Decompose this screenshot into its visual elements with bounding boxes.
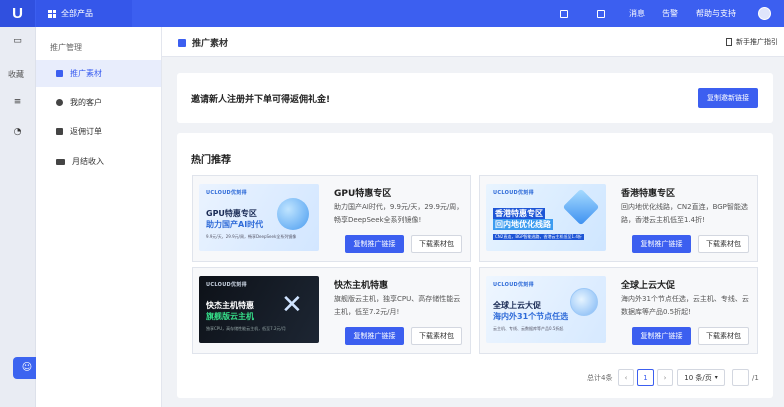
sidebar-item-rebate-orders[interactable]: 返佣订单 [36,118,161,145]
invite-banner: 邀请新人注册并下单可得返佣礼金! 复制邀新链接 [177,73,773,123]
promo-card-hongkong: UCLOUD优刻得 香港特惠专区 回内地优化线路 CN2直连，BGP智能选路，香… [479,175,758,262]
all-products-button[interactable]: 全部产品 [36,0,132,27]
search-button[interactable] [560,0,568,27]
thumb-title: GPU特惠专区 [206,209,257,218]
sidebar-item-promo-materials[interactable]: 推广素材 [36,60,161,87]
card-title: 全球上云大促 [621,281,676,291]
list-icon[interactable]: ≡ [12,98,23,107]
promo-thumbnail: UCLOUD优刻得 全球上云大促 海内外31个节点任选 云主机、专线、云数据库等… [486,276,606,343]
cube-illustration [562,188,600,226]
thumb-brand: UCLOUD优刻得 [206,282,247,288]
thumb-subtitle: 旗舰版云主机 [206,312,254,321]
search-icon [560,9,568,18]
page-jump-input[interactable] [732,369,749,386]
page-title-text: 推广素材 [192,39,229,49]
promo-card-gpu: UCLOUD优刻得 GPU特惠专区 助力国产AI时代 9.9元/天，29.9元/… [192,175,471,262]
card-title: 香港特惠专区 [621,189,676,199]
chart-icon[interactable]: ◔ [12,128,23,137]
promo-thumbnail: UCLOUD优刻得 快杰主机特惠 旗舰版云主机 独享CPU，高存储性能云主机，低… [199,276,319,343]
invite-text: 邀请新人注册并下单可得返佣礼金! [191,95,331,105]
guide-link[interactable]: 新手推广指引 [726,37,778,47]
hot-recommendations: 热门推荐 UCLOUD优刻得 GPU特惠专区 助力国产AI时代 9.9元/天，2… [177,133,773,398]
chat-icon: ☺ [21,362,33,373]
section-title: 热门推荐 [191,155,231,166]
download-materials-button[interactable]: 下载素材包 [698,327,749,345]
alerts-link[interactable]: 告警 [662,0,678,27]
sidebar: 推广管理 推广素材 我的客户 返佣订单 月结收入 [36,27,162,407]
document-icon [726,38,732,46]
copy-promo-link-button[interactable]: 复制推广链接 [632,327,691,345]
pagination-total: 总计4条 [587,374,613,382]
thumb-caption: 云主机、专线、云数据库等产品0.5折起 [493,326,564,331]
thumb-caption: 独享CPU，高存储性能云主机，低至7.2元/月 [206,326,286,331]
help-link[interactable]: 帮助与支持 [696,0,736,27]
download-materials-button[interactable]: 下载素材包 [411,327,462,345]
card-description: 海内外31个节点任选，云主机、专线、云数据库等产品0.5折起! [621,295,749,316]
copy-promo-link-button[interactable]: 复制推广链接 [632,235,691,253]
copy-invite-link-button[interactable]: 复制邀新链接 [698,88,758,108]
promo-card-global: UCLOUD优刻得 全球上云大促 海内外31个节点任选 云主机、专线、云数据库等… [479,267,758,354]
copy-promo-link-button[interactable]: 复制推广链接 [345,235,404,253]
thumb-subtitle: 回内地优化线路 [493,219,553,230]
avatar[interactable] [758,7,771,20]
logo[interactable]: U [0,0,35,27]
card-title: GPU特惠专区 [334,189,392,199]
card-description: 助力国产AI时代，9.9元/天，29.9元/周，畅享DeepSeek全系列镜像! [334,203,464,224]
thumb-subtitle: 海内外31个节点任选 [493,312,569,321]
sidebar-item-label: 推广素材 [70,69,102,78]
thumb-brand: UCLOUD优刻得 [206,190,247,196]
promo-thumbnail: UCLOUD优刻得 GPU特惠专区 助力国产AI时代 9.9元/天，29.9元/… [199,184,319,251]
wallet-icon [56,158,65,165]
copy-promo-link-button[interactable]: 复制推广链接 [345,327,404,345]
download-materials-button[interactable]: 下载素材包 [411,235,462,253]
mail-button[interactable] [597,0,605,27]
order-icon [56,128,63,135]
sidebar-item-label: 返佣订单 [70,127,102,136]
user-icon [56,99,63,106]
page-1-button[interactable]: 1 [637,369,654,386]
thumb-brand: UCLOUD优刻得 [493,282,534,288]
card-description: 旗舰版云主机，独享CPU、高存储性能云主机，低至7.2元/月! [334,295,461,316]
all-products-label: 全部产品 [61,9,93,18]
icon-rail: ▭ 收藏 ≡ ◔ [0,27,36,407]
sidebar-item-label: 我的客户 [70,98,102,107]
guide-link-label: 新手推广指引 [736,38,778,46]
card-title: 快杰主机特惠 [334,281,389,291]
thumb-caption: CN2直连，BGP智能选路，香港云主机低至1.4折 [493,234,584,240]
whale-illustration [277,198,309,230]
x-logo-illustration: ✕ [281,290,303,320]
image-icon [178,38,186,47]
sidebar-item-monthly-income[interactable]: 月结收入 [36,148,161,175]
thumb-title: 香港特惠专区 [493,208,545,219]
promo-thumbnail: UCLOUD优刻得 香港特惠专区 回内地优化线路 CN2直连，BGP智能选路，香… [486,184,606,251]
page-header: 推广素材 新手推广指引 [162,27,784,57]
sidebar-section-title: 推广管理 [50,43,82,52]
top-bar: U 全部产品 消息 告警 帮助与支持 [0,0,784,27]
sidebar-item-my-customers[interactable]: 我的客户 [36,89,161,116]
monitor-icon[interactable]: ▭ [12,37,23,46]
favorites-label[interactable]: 收藏 [8,69,24,80]
download-materials-button[interactable]: 下载素材包 [698,235,749,253]
mail-icon [597,9,605,18]
page-title: 推广素材 [178,36,228,49]
globe-illustration [570,288,598,316]
thumb-title: 全球上云大促 [493,301,541,310]
thumb-subtitle: 助力国产AI时代 [206,220,264,229]
thumb-title: 快杰主机特惠 [206,301,254,310]
sidebar-item-label: 月结收入 [72,157,104,166]
messages-link[interactable]: 消息 [629,0,645,27]
image-icon [56,70,63,77]
promo-card-fastcloud: UCLOUD优刻得 快杰主机特惠 旗舰版云主机 独享CPU，高存储性能云主机，低… [192,267,471,354]
total-pages: /1 [752,374,759,382]
grid-icon [48,9,56,18]
next-page-button[interactable]: › [657,369,673,386]
page-size-value: 10 条/页 [684,373,712,382]
card-description: 回内地优化线路，CN2直连，BGP智能选路，香港云主机低至1.4折! [621,203,748,224]
thumb-caption: 9.9元/天，29.9元/周，畅享DeepSeek全系列镜像 [206,234,297,239]
prev-page-button[interactable]: ‹ [618,369,634,386]
page-size-select[interactable]: 10 条/页 ▾ [677,369,725,386]
thumb-brand: UCLOUD优刻得 [493,190,534,196]
chevron-down-icon: ▾ [714,374,718,381]
